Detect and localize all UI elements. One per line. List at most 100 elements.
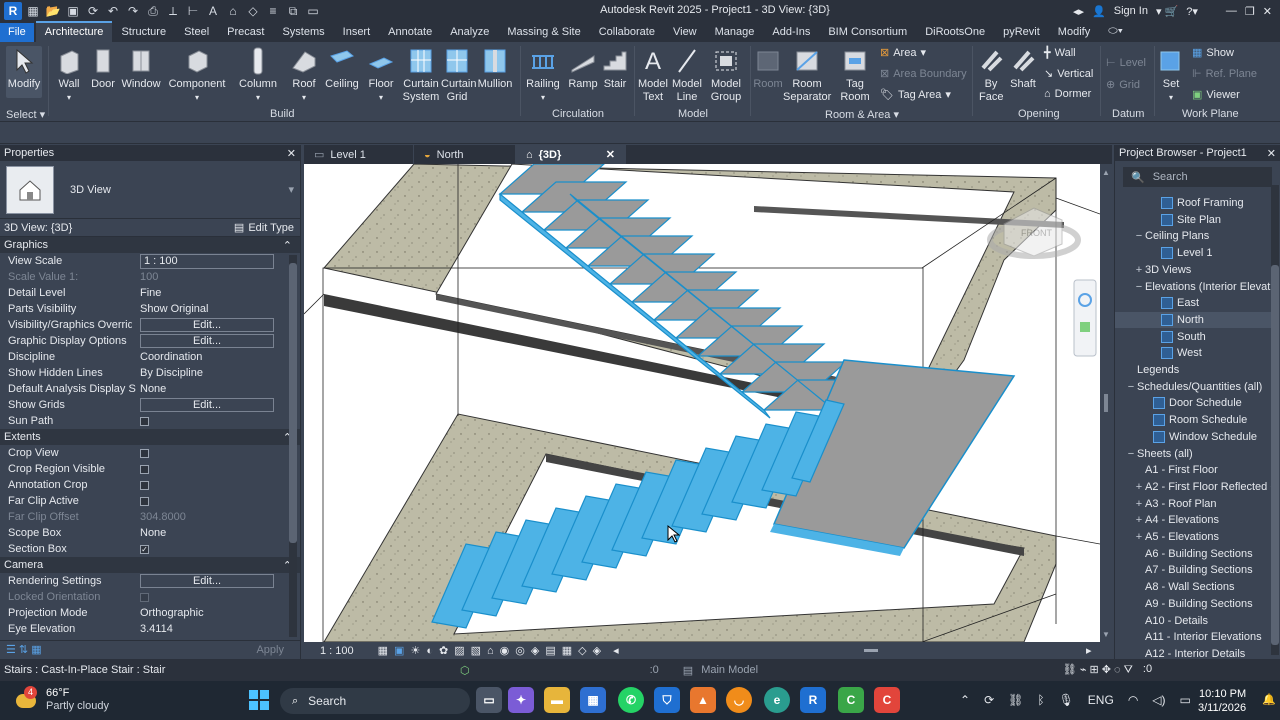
model-line-button[interactable]: Model Line bbox=[670, 46, 704, 104]
temp-hide-icon[interactable]: ◉ bbox=[500, 644, 510, 657]
vpn-icon[interactable]: ⛓ bbox=[1008, 693, 1023, 707]
tree-toggle-icon[interactable]: − bbox=[1133, 281, 1145, 293]
sort-icons[interactable]: ☰ ⇅ ▦ bbox=[6, 643, 42, 656]
browser-item[interactable]: Legends bbox=[1115, 362, 1279, 378]
mic-icon[interactable]: 🎙 bbox=[1059, 693, 1074, 707]
start-button[interactable] bbox=[246, 687, 272, 713]
edit-type-button[interactable]: ▤ Edit Type bbox=[234, 221, 294, 235]
browser-item[interactable]: + A3 - Roof Plan bbox=[1115, 496, 1279, 512]
task-view-icon[interactable]: ▭ bbox=[476, 687, 502, 713]
tab-view[interactable]: View bbox=[664, 23, 706, 42]
wifi-icon[interactable]: ◠ bbox=[1128, 693, 1138, 707]
browser-item[interactable]: West bbox=[1115, 345, 1279, 361]
browser-item[interactable]: + A2 - First Floor Reflected C bbox=[1115, 479, 1279, 495]
roof-button[interactable]: Roof ▾ bbox=[288, 46, 320, 104]
browser-item[interactable]: − Schedules/Quantities (all) bbox=[1115, 379, 1279, 395]
set-button[interactable]: Set ▾ bbox=[1158, 46, 1184, 104]
properties-scrollbar[interactable] bbox=[289, 255, 297, 637]
mullion-button[interactable]: Mullion bbox=[476, 46, 514, 91]
tab-systems[interactable]: Systems bbox=[273, 23, 333, 42]
viewer-button[interactable]: ▣ Viewer bbox=[1192, 88, 1240, 102]
detail-level-icon[interactable]: ▦ bbox=[378, 644, 388, 657]
close-icon[interactable]: ✕ bbox=[287, 147, 296, 160]
tab-pyrevit[interactable]: pyRevit bbox=[994, 23, 1049, 42]
tab-steel[interactable]: Steel bbox=[175, 23, 218, 42]
door-button[interactable]: Door bbox=[88, 46, 118, 91]
hotspot-icon[interactable]: ◡ bbox=[726, 687, 752, 713]
area-button[interactable]: ⊠ Area ▾ bbox=[880, 46, 926, 60]
curtain-system-button[interactable]: Curtain System bbox=[402, 46, 440, 104]
tab-bim-consortium[interactable]: BIM Consortium bbox=[819, 23, 916, 42]
tree-toggle-icon[interactable]: − bbox=[1125, 381, 1137, 393]
show-button[interactable]: ▦ Show bbox=[1192, 46, 1234, 60]
measure-icon[interactable]: ⟂ bbox=[164, 2, 182, 20]
tab-modify[interactable]: Modify bbox=[1049, 23, 1099, 42]
prop-view-scale[interactable]: View Scale 1 : 100 bbox=[0, 253, 300, 269]
view-scale-input[interactable]: 1 : 100 bbox=[140, 253, 274, 269]
room-separator-button[interactable]: Room Separator bbox=[783, 46, 831, 104]
render-icon[interactable]: ✿ bbox=[439, 644, 448, 657]
sync-tray-icon[interactable]: ⟳ bbox=[984, 693, 994, 707]
battery-icon[interactable]: ▭ bbox=[1180, 693, 1191, 707]
browser-item[interactable]: South bbox=[1115, 329, 1279, 345]
help-icon[interactable]: ?▾ bbox=[1186, 5, 1198, 18]
store-icon[interactable]: ▦ bbox=[580, 687, 606, 713]
worksharing-icon[interactable]: ▦ bbox=[562, 644, 572, 657]
constraints-icon[interactable]: ◇ bbox=[578, 644, 586, 657]
close-hidden-icon[interactable]: ⧉ bbox=[284, 2, 302, 20]
scroll-left-icon[interactable]: ◂ bbox=[613, 644, 619, 657]
crop-region-icon[interactable]: ▧ bbox=[471, 644, 481, 657]
by-face-button[interactable]: By Face bbox=[976, 46, 1006, 104]
camtasia-icon[interactable]: C bbox=[838, 687, 864, 713]
prop-analysis-style[interactable]: Default Analysis Display StyleNone bbox=[0, 381, 300, 397]
tab-annotate[interactable]: Annotate bbox=[379, 23, 441, 42]
whatsapp-icon[interactable]: ✆ bbox=[618, 687, 644, 713]
window-button[interactable]: Window bbox=[120, 46, 162, 91]
close-button[interactable]: ✕ bbox=[1263, 5, 1272, 18]
curtain-grid-button[interactable]: Curtain Grid bbox=[440, 46, 476, 104]
prop-scope-box[interactable]: Scope Box None bbox=[0, 525, 300, 541]
text-icon[interactable]: A bbox=[204, 2, 222, 20]
help-search-icon[interactable]: ◂▸ bbox=[1073, 5, 1084, 18]
system-tray[interactable]: ⌃ ⟳ ⛓ ᛒ 🎙 ENG ◠ ◁) ▭ bbox=[960, 693, 1191, 707]
copilot-icon[interactable]: ✦ bbox=[508, 687, 534, 713]
tab-structure[interactable]: Structure bbox=[112, 23, 175, 42]
revit-taskbar-icon[interactable]: R bbox=[800, 687, 826, 713]
dormer-button[interactable]: ⌂ Dormer bbox=[1044, 88, 1091, 100]
tab-architecture[interactable]: Architecture bbox=[35, 21, 113, 42]
restore-button[interactable]: ❐ bbox=[1245, 5, 1255, 18]
section-icon[interactable]: ◇ bbox=[244, 2, 262, 20]
tab-insert[interactable]: Insert bbox=[334, 23, 380, 42]
visual-style-icon[interactable]: ▣ bbox=[394, 644, 404, 657]
taskbar-search[interactable]: ⌕ Search bbox=[280, 688, 470, 714]
tray-chevron-icon[interactable]: ⌃ bbox=[960, 693, 970, 707]
browser-item[interactable]: A6 - Building Sections bbox=[1115, 546, 1279, 562]
prop-eye-elevation[interactable]: Eye Elevation 3.4114 bbox=[0, 621, 300, 637]
view-scale-control[interactable]: 1 : 100 bbox=[320, 645, 354, 657]
browser-item[interactable]: A8 - Wall Sections bbox=[1115, 579, 1279, 595]
file-explorer-icon[interactable]: ▬ bbox=[544, 687, 570, 713]
sync-icon[interactable]: ⟳ bbox=[84, 2, 102, 20]
tab-diroots[interactable]: DiRootsOne bbox=[916, 23, 994, 42]
recorder-icon[interactable]: C bbox=[874, 687, 900, 713]
highlight-icon[interactable]: ▤ bbox=[545, 644, 555, 657]
browser-item[interactable]: A10 - Details bbox=[1115, 613, 1279, 629]
apply-button[interactable]: Apply bbox=[256, 644, 294, 656]
stair-button[interactable]: Stair bbox=[600, 46, 630, 91]
tab-3d[interactable]: ⌂ {3D} ✕ bbox=[516, 145, 626, 164]
prop-detail-level[interactable]: Detail Level Fine bbox=[0, 285, 300, 301]
tag-area-button[interactable]: 🏷 Tag Area ▾ bbox=[880, 88, 951, 102]
grid-button[interactable]: ⊕ Grid bbox=[1106, 78, 1140, 92]
browser-item[interactable]: A11 - Interior Elevations bbox=[1115, 629, 1279, 645]
section-camera[interactable]: Camera ⌃ bbox=[0, 557, 300, 573]
browser-item[interactable]: East bbox=[1115, 295, 1279, 311]
browser-item[interactable]: − Ceiling Plans bbox=[1115, 228, 1279, 244]
switch-windows-icon[interactable]: ▭ bbox=[304, 2, 322, 20]
tab-manage[interactable]: Manage bbox=[706, 23, 764, 42]
volume-icon[interactable]: ◁) bbox=[1152, 693, 1165, 707]
print-icon[interactable]: ⎙ bbox=[144, 2, 162, 20]
ref-plane-button[interactable]: ⊩ Ref. Plane bbox=[1192, 67, 1257, 81]
section-graphics[interactable]: Graphics ⌃ bbox=[0, 237, 300, 253]
browser-item[interactable]: + A4 - Elevations bbox=[1115, 512, 1279, 528]
analysis-icon[interactable]: ◈ bbox=[531, 644, 539, 657]
